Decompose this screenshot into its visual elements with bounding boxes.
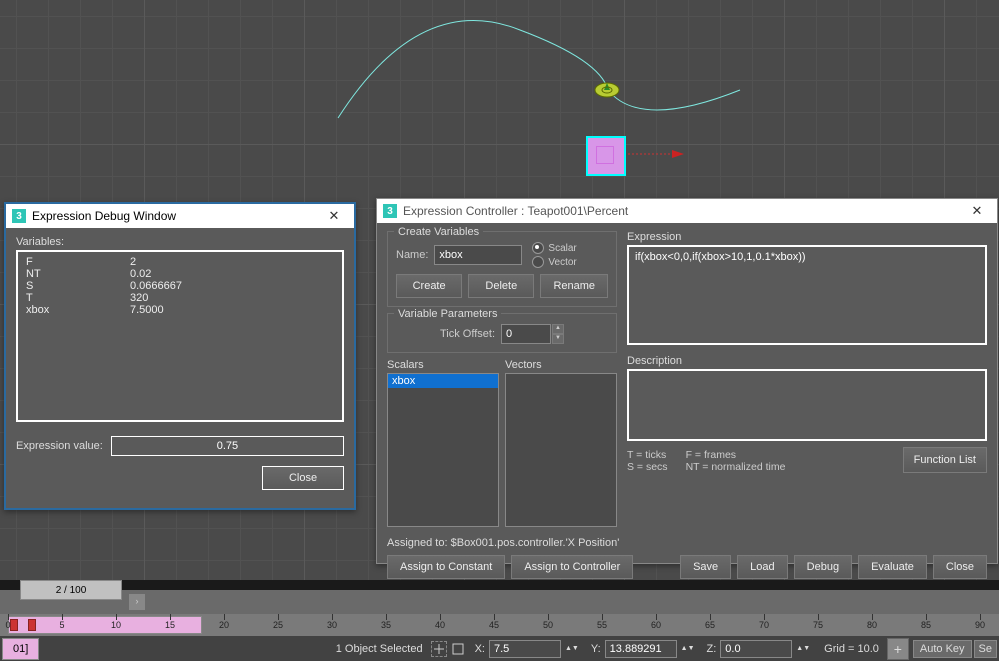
selection-tab[interactable]: 01]	[2, 638, 39, 660]
close-icon[interactable]: ✕	[320, 207, 348, 225]
create-button[interactable]: Create	[396, 274, 462, 298]
name-input[interactable]	[434, 245, 522, 265]
timeline-ruler[interactable]: 051015202530354045505560657075808590	[0, 614, 999, 636]
status-bar: 01] 1 Object Selected X: ▲▼ Y: ▲▼ Z: ▲▼ …	[0, 636, 999, 661]
assigned-to-label: Assigned to:	[387, 537, 448, 549]
scalars-list[interactable]: xbox	[387, 373, 499, 527]
time-slider-track[interactable]: 2 / 100 ›	[0, 590, 999, 614]
description-textarea[interactable]	[627, 369, 987, 441]
debug-title: Expression Debug Window	[32, 209, 176, 223]
selection-count: 1 Object Selected	[336, 643, 423, 655]
expression-textarea[interactable]: if(xbox<0,0,if(xbox>10,1,0.1*xbox))	[627, 245, 987, 345]
description-label: Description	[627, 355, 987, 367]
selection-lock-icon[interactable]	[431, 641, 447, 657]
add-time-tag-icon[interactable]: +	[887, 638, 909, 660]
scalar-radio[interactable]: Scalar	[532, 242, 576, 254]
spinner-up-icon[interactable]: ▲	[552, 324, 564, 334]
expression-value: 0.75	[111, 436, 344, 456]
autokey-button[interactable]: Auto Key	[913, 640, 972, 658]
save-button[interactable]: Save	[680, 555, 731, 579]
vector-radio[interactable]: Vector	[532, 256, 576, 268]
close-button[interactable]: Close	[933, 555, 987, 579]
vectors-label: Vectors	[505, 359, 617, 371]
app-icon: 3	[383, 204, 397, 218]
close-icon[interactable]: ✕	[963, 202, 991, 220]
vectors-list[interactable]	[505, 373, 617, 527]
debug-button[interactable]: Debug	[794, 555, 852, 579]
keyframe[interactable]	[10, 619, 18, 631]
y-coord: Y: ▲▼	[585, 640, 701, 658]
z-coord: Z: ▲▼	[701, 640, 817, 658]
variable-parameters-group: Variable Parameters Tick Offset: ▲▼	[387, 313, 617, 353]
debug-titlebar[interactable]: 3 Expression Debug Window ✕	[6, 204, 354, 228]
variables-label: Variables:	[16, 236, 344, 248]
close-button[interactable]: Close	[262, 466, 344, 490]
assigned-to-value: $Box001.pos.controller.'X Position'	[451, 537, 620, 549]
y-input[interactable]	[605, 640, 677, 658]
scalars-label: Scalars	[387, 359, 499, 371]
list-item[interactable]: xbox	[388, 374, 498, 388]
grid-size: Grid = 10.0	[824, 643, 879, 655]
tick-offset-spinner[interactable]: ▲▼	[501, 324, 564, 344]
rename-button[interactable]: Rename	[540, 274, 608, 298]
time-slider[interactable]: 2 / 100	[20, 580, 122, 600]
x-axis-arrow[interactable]	[628, 148, 684, 160]
app-icon: 3	[12, 209, 26, 223]
load-button[interactable]: Load	[737, 555, 787, 579]
expression-value-label: Expression value:	[16, 440, 103, 452]
evaluate-button[interactable]: Evaluate	[858, 555, 927, 579]
expression-debug-window: 3 Expression Debug Window ✕ Variables: F…	[4, 202, 356, 510]
tick-offset-label: Tick Offset:	[440, 328, 495, 340]
trajectory-curve	[0, 0, 999, 200]
assign-constant-button[interactable]: Assign to Constant	[387, 555, 505, 579]
function-list-button[interactable]: Function List	[903, 447, 987, 473]
controller-titlebar[interactable]: 3 Expression Controller : Teapot001\Perc…	[377, 199, 997, 223]
expression-controller-window: 3 Expression Controller : Teapot001\Perc…	[376, 198, 998, 564]
keyframe[interactable]	[28, 619, 36, 631]
expression-label: Expression	[627, 231, 987, 243]
variables-list: F2 NT0.02 S0.0666667 T320 xbox7.5000	[16, 250, 344, 422]
controller-title: Expression Controller : Teapot001\Percen…	[403, 204, 628, 218]
spinner-down-icon[interactable]: ▼	[552, 334, 564, 344]
slider-button[interactable]: ›	[128, 593, 146, 611]
assign-controller-button[interactable]: Assign to Controller	[511, 555, 633, 579]
x-coord: X: ▲▼	[469, 640, 585, 658]
delete-button[interactable]: Delete	[468, 274, 534, 298]
z-input[interactable]	[720, 640, 792, 658]
box-gizmo[interactable]	[586, 136, 626, 176]
teapot-object[interactable]	[592, 76, 622, 98]
se-button[interactable]: Se	[974, 640, 997, 658]
name-label: Name:	[396, 249, 428, 261]
create-variables-group: Create Variables Name: Scalar Vector Cre…	[387, 231, 617, 307]
x-input[interactable]	[489, 640, 561, 658]
transform-icon[interactable]	[451, 642, 465, 656]
